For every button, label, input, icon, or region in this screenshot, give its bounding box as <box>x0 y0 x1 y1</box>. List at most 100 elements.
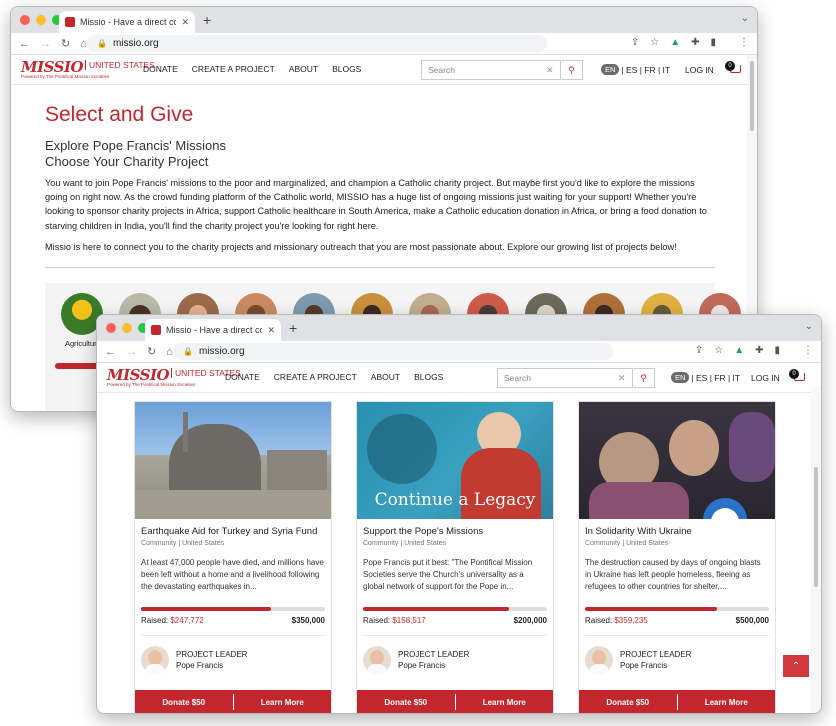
search-input[interactable]: Search <box>422 65 546 75</box>
menu-about[interactable]: ABOUT <box>371 372 400 382</box>
goal-amount: $500,000 <box>735 616 769 625</box>
browser-tools: ⇪ ☆ ▲ ✚ ▮ ⋮ <box>631 37 749 48</box>
pope-avatar <box>585 645 613 674</box>
menu-blogs[interactable]: BLOGS <box>332 64 361 74</box>
close-tab-icon[interactable]: ✕ <box>267 325 275 336</box>
share-icon[interactable]: ⇪ <box>695 345 703 356</box>
login-link[interactable]: LOG IN <box>751 373 780 383</box>
learn-more-button[interactable]: Learn More <box>456 698 554 707</box>
share-icon[interactable]: ⇪ <box>631 37 639 48</box>
search-input[interactable]: Search <box>498 373 618 383</box>
image-caption: Continue a Legacy <box>374 490 536 510</box>
bookmark-star-icon[interactable]: ☆ <box>650 37 659 48</box>
more-menu-icon[interactable]: ⋮ <box>739 37 749 48</box>
page-scrollbar[interactable] <box>811 387 821 713</box>
extensions-puzzle-icon[interactable]: ✚ <box>691 37 699 48</box>
minimize-window-button[interactable] <box>36 15 46 25</box>
pope-avatar <box>363 645 391 674</box>
missio-favicon-icon <box>151 325 161 335</box>
close-window-button[interactable] <box>20 15 30 25</box>
url-bar[interactable]: 🔒 missio.org <box>173 343 613 360</box>
connect-paragraph: Missio is here to connect you to the cha… <box>45 241 677 252</box>
search-button[interactable]: ⚲ <box>560 61 582 79</box>
raised-row: Raised: $359,235 $500,000 <box>585 616 769 625</box>
raised-row: Raised: $247,772 $350,000 <box>141 616 325 625</box>
site-search: Search ✕ ⚲ <box>421 60 583 80</box>
card-actions: Donate $50 Learn More <box>357 690 554 713</box>
lang-en[interactable]: EN <box>671 372 690 383</box>
browser-tab[interactable]: Missio - Have a direct connect ✕ <box>145 319 281 341</box>
menu-donate[interactable]: DONATE <box>225 372 260 382</box>
project-title[interactable]: Earthquake Aid for Turkey and Syria Fund <box>141 526 325 537</box>
more-menu-icon[interactable]: ⋮ <box>803 345 813 356</box>
extensions-puzzle-icon[interactable]: ✚ <box>755 345 763 356</box>
learn-more-button[interactable]: Learn More <box>234 698 332 707</box>
project-image-ukraine <box>579 402 775 519</box>
drive-icon[interactable]: ▲ <box>734 345 744 356</box>
close-window-button[interactable] <box>106 323 116 333</box>
drive-icon[interactable]: ▲ <box>670 37 680 48</box>
missio-logo[interactable]: MISSIO UNITED STATES Powered by The Ponti… <box>107 368 241 388</box>
tab-bar: Missio - Have a direct connect ✕ + ⌄ <box>11 7 757 33</box>
clear-search-icon[interactable]: ✕ <box>618 373 632 384</box>
forward-arrow-icon[interactable]: → <box>40 38 51 50</box>
bookmark-star-icon[interactable]: ☆ <box>714 345 723 356</box>
donate-button[interactable]: Donate $50 <box>579 698 677 707</box>
cart-icon[interactable]: 0 <box>725 61 741 75</box>
minimize-window-button[interactable] <box>122 323 132 333</box>
project-card[interactable]: Earthquake Aid for Turkey and Syria Fund… <box>134 401 332 713</box>
url-text: missio.org <box>198 346 245 357</box>
reload-icon[interactable]: ↻ <box>61 37 70 50</box>
donate-button[interactable]: Donate $50 <box>135 698 233 707</box>
sidebar-icon[interactable]: ▮ <box>710 37 716 48</box>
sidebar-icon[interactable]: ▮ <box>774 345 780 356</box>
menu-donate[interactable]: DONATE <box>143 64 178 74</box>
clear-search-icon[interactable]: ✕ <box>546 65 560 76</box>
lang-en[interactable]: EN <box>601 64 620 75</box>
url-text: missio.org <box>112 38 159 49</box>
menu-create-project[interactable]: CREATE A PROJECT <box>192 64 275 74</box>
back-to-top-button[interactable]: ⌃ <box>783 655 809 677</box>
project-title[interactable]: Support the Pope's Missions <box>363 526 547 537</box>
subtitle-explore: Explore Pope Francis' Missions <box>45 138 226 153</box>
leader-name: Pope Francis <box>620 660 668 670</box>
goal-amount: $350,000 <box>291 616 325 625</box>
forward-arrow-icon[interactable]: → <box>126 346 137 358</box>
search-button[interactable]: ⚲ <box>632 369 654 387</box>
project-meta: Community | United States <box>141 540 225 547</box>
site-header: MISSIO UNITED STATES Powered by The Ponti… <box>97 363 821 393</box>
missio-favicon-icon <box>65 17 75 27</box>
home-icon[interactable]: ⌂ <box>166 346 173 358</box>
menu-blogs[interactable]: BLOGS <box>414 372 443 382</box>
new-tab-button[interactable]: + <box>289 320 297 336</box>
progress-bar <box>363 607 547 611</box>
missio-logo[interactable]: MISSIO UNITED STATES Powered by The Ponti… <box>21 60 155 80</box>
raised-amount: $247,772 <box>170 616 204 625</box>
menu-create-project[interactable]: CREATE A PROJECT <box>274 372 357 382</box>
new-tab-button[interactable]: + <box>203 12 211 28</box>
project-title[interactable]: In Solidarity With Ukraine <box>585 526 769 537</box>
tab-list-chevron-icon[interactable]: ⌄ <box>741 13 749 24</box>
leader-label: PROJECT LEADER <box>176 649 248 659</box>
project-image-legacy: Continue a Legacy <box>357 402 553 519</box>
cart-icon[interactable]: 0 <box>789 369 805 383</box>
back-arrow-icon[interactable]: ← <box>19 38 30 50</box>
project-description: At least 47,000 people have died, and mi… <box>141 558 324 591</box>
lock-icon: 🔒 <box>183 347 193 356</box>
menu-about[interactable]: ABOUT <box>289 64 318 74</box>
lang-others[interactable]: | ES | FR | IT <box>621 65 670 75</box>
project-card[interactable]: Continue a Legacy Support the Pope's Mis… <box>356 401 554 713</box>
lang-others[interactable]: | ES | FR | IT <box>691 373 740 383</box>
home-icon[interactable]: ⌂ <box>80 38 87 50</box>
back-arrow-icon[interactable]: ← <box>105 346 116 358</box>
learn-more-button[interactable]: Learn More <box>678 698 776 707</box>
reload-icon[interactable]: ↻ <box>147 345 156 358</box>
browser-tab[interactable]: Missio - Have a direct connect ✕ <box>59 11 195 33</box>
donate-button[interactable]: Donate $50 <box>357 698 455 707</box>
url-bar[interactable]: 🔒 missio.org <box>87 35 547 52</box>
project-card[interactable]: In Solidarity With Ukraine Community | U… <box>578 401 776 713</box>
project-leader: PROJECT LEADER Pope Francis <box>585 635 769 675</box>
login-link[interactable]: LOG IN <box>685 65 714 75</box>
close-tab-icon[interactable]: ✕ <box>181 17 189 28</box>
tab-list-chevron-icon[interactable]: ⌄ <box>805 321 813 332</box>
